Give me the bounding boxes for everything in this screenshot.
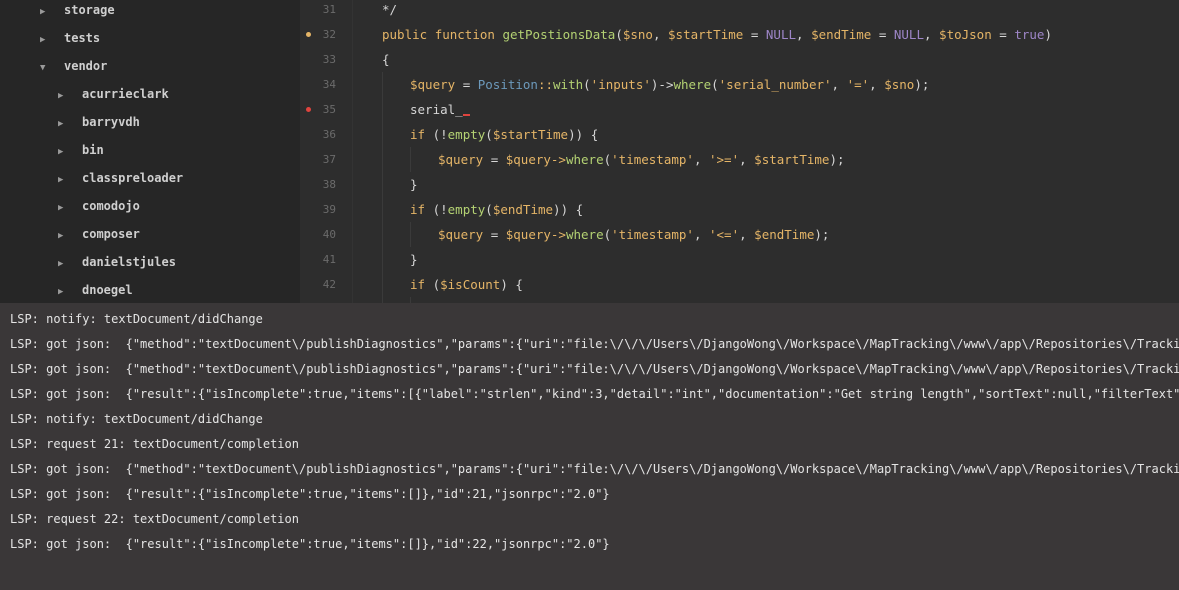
warning-marker-icon[interactable] (306, 32, 311, 37)
indent-guide (382, 72, 383, 97)
code-text: { (382, 52, 390, 67)
file-tree-sidebar: ▶ storage ▶ tests ▼ vendor ▶ acurrieclark ▶ barry… (0, 0, 300, 303)
indent-guide (382, 197, 383, 222)
code-line[interactable]: 37 $query = $query->where('timestamp', '>… (300, 147, 1179, 172)
code-text: $query = Position::with('inputs')->where… (410, 77, 930, 92)
indent-guide (382, 97, 383, 122)
indent-guide (382, 172, 383, 197)
tree-item-label: comodojo (82, 199, 140, 213)
code-line[interactable]: 35 serial_ (300, 97, 1179, 122)
tree-item-tests[interactable]: ▶ tests (40, 29, 100, 57)
code-line[interactable]: 32 public function getPostionsData($sno, … (300, 22, 1179, 47)
code-text: $query = $query->where('timestamp', '>='… (438, 152, 845, 167)
code-text: } (410, 252, 418, 267)
indent-guide (382, 272, 383, 297)
code-text: if (!empty($startTime)) { (410, 127, 599, 142)
code-text: public function getPostionsData($sno, $s… (382, 27, 1052, 42)
line-number: 33 (322, 53, 336, 66)
indent-guide (410, 147, 411, 172)
console-log-line: LSP: request 21: textDocument/completion (10, 437, 299, 451)
console-log-line: LSP: got json: {"result":{"isIncomplete"… (10, 537, 610, 551)
code-line[interactable]: 31 */ (300, 0, 1179, 22)
indent-guide (382, 122, 383, 147)
code-line[interactable]: 38} (300, 172, 1179, 197)
line-number: 41 (322, 253, 336, 266)
caret-right-icon[interactable]: ▶ (58, 255, 68, 273)
console-log-line: LSP: got json: {"method":"textDocument\/… (10, 362, 1179, 376)
tree-item-storage[interactable]: ▶ storage (40, 1, 115, 29)
code-text: $query = $query->where('timestamp', '<='… (438, 227, 830, 242)
caret-down-icon[interactable]: ▼ (40, 59, 50, 77)
line-number: 38 (322, 178, 336, 191)
error-marker-icon[interactable] (306, 107, 311, 112)
console-log-line: LSP: request 22: textDocument/completion (10, 512, 299, 526)
line-number: 42 (322, 278, 336, 291)
tree-item-label: barryvdh (82, 115, 140, 129)
caret-right-icon[interactable]: ▶ (40, 3, 50, 21)
console-log-line: LSP: got json: {"method":"textDocument\/… (10, 337, 1179, 351)
console-panel: LSP: notify: textDocument/didChange LSP: … (0, 303, 1179, 590)
console-log-line: LSP: notify: textDocument/didChange (10, 312, 263, 326)
code-editor[interactable]: 31 */ 32 public function getPostionsData($s… (300, 0, 1179, 303)
line-number: 37 (322, 153, 336, 166)
code-line[interactable]: 39 if (!empty($endTime)) { (300, 197, 1179, 222)
tree-item-comodojo[interactable]: ▶ comodojo (58, 197, 140, 225)
indent-guide (382, 247, 383, 272)
caret-right-icon[interactable]: ▶ (58, 87, 68, 105)
caret-right-icon[interactable]: ▶ (58, 199, 68, 217)
console-log-line: LSP: got json: {"result":{"isIncomplete"… (10, 387, 1179, 401)
tree-item-label: dnoegel (82, 283, 133, 297)
line-number: 31 (322, 3, 336, 16)
caret-right-icon[interactable]: ▶ (58, 115, 68, 133)
code-text: serial_ (410, 97, 470, 122)
tree-item-label: composer (82, 227, 140, 241)
tree-item-label: vendor (64, 59, 108, 73)
line-number: 40 (322, 228, 336, 241)
line-number: 34 (322, 78, 336, 91)
caret-right-icon[interactable]: ▶ (58, 227, 68, 245)
code-text: } (410, 177, 418, 192)
tree-item-dnoegel[interactable]: ▶ dnoegel (58, 281, 133, 303)
code-text: */ (382, 2, 398, 17)
tree-item-label: storage (64, 3, 115, 17)
tree-item-danielstjules[interactable]: ▶ danielstjules (58, 253, 176, 281)
line-number: 36 (322, 128, 336, 141)
code-line[interactable]: 34 $query = Position::with('inputs')->whe… (300, 72, 1179, 97)
line-number: 39 (322, 203, 336, 216)
tree-item-bin[interactable]: ▶ bin (58, 141, 104, 169)
caret-right-icon[interactable]: ▶ (40, 31, 50, 49)
code-line[interactable]: 33 { (300, 47, 1179, 72)
tree-item-label: classpreloader (82, 171, 184, 185)
tree-item-barryvdh[interactable]: ▶ barryvdh (58, 113, 140, 141)
code-line[interactable]: 42 if ($isCount) { (300, 272, 1179, 297)
code-text: if ($isCount) { (410, 277, 523, 292)
tree-item-label: acurrieclark (82, 87, 169, 101)
text-cursor (462, 114, 470, 116)
code-line[interactable]: 41} (300, 247, 1179, 272)
tree-item-vendor[interactable]: ▼ vendor (40, 57, 107, 85)
code-line[interactable]: 40 $query = $query->where('timestamp', '<… (300, 222, 1179, 247)
code-text: if (!empty($endTime)) { (410, 202, 584, 217)
indent-guide (382, 147, 383, 172)
tree-item-acurrieclark[interactable]: ▶ acurrieclark (58, 85, 169, 113)
indent-guide (382, 222, 383, 247)
indent-guide (410, 222, 411, 247)
tree-item-composer[interactable]: ▶ composer (58, 225, 140, 253)
caret-right-icon[interactable]: ▶ (58, 143, 68, 161)
tree-item-classpreloader[interactable]: ▶ classpreloader (58, 169, 183, 197)
console-log-line: LSP: got json: {"result":{"isIncomplete"… (10, 487, 610, 501)
tree-item-label: danielstjules (82, 255, 176, 269)
caret-right-icon[interactable]: ▶ (58, 283, 68, 301)
caret-right-icon[interactable]: ▶ (58, 171, 68, 189)
code-line[interactable]: 36 if (!empty($startTime)) { (300, 122, 1179, 147)
console-log-line: LSP: got json: {"method":"textDocument\/… (10, 462, 1179, 476)
console-log-line: LSP: notify: textDocument/didChange (10, 412, 263, 426)
tree-item-label: tests (64, 31, 101, 45)
tree-item-label: bin (82, 143, 104, 157)
